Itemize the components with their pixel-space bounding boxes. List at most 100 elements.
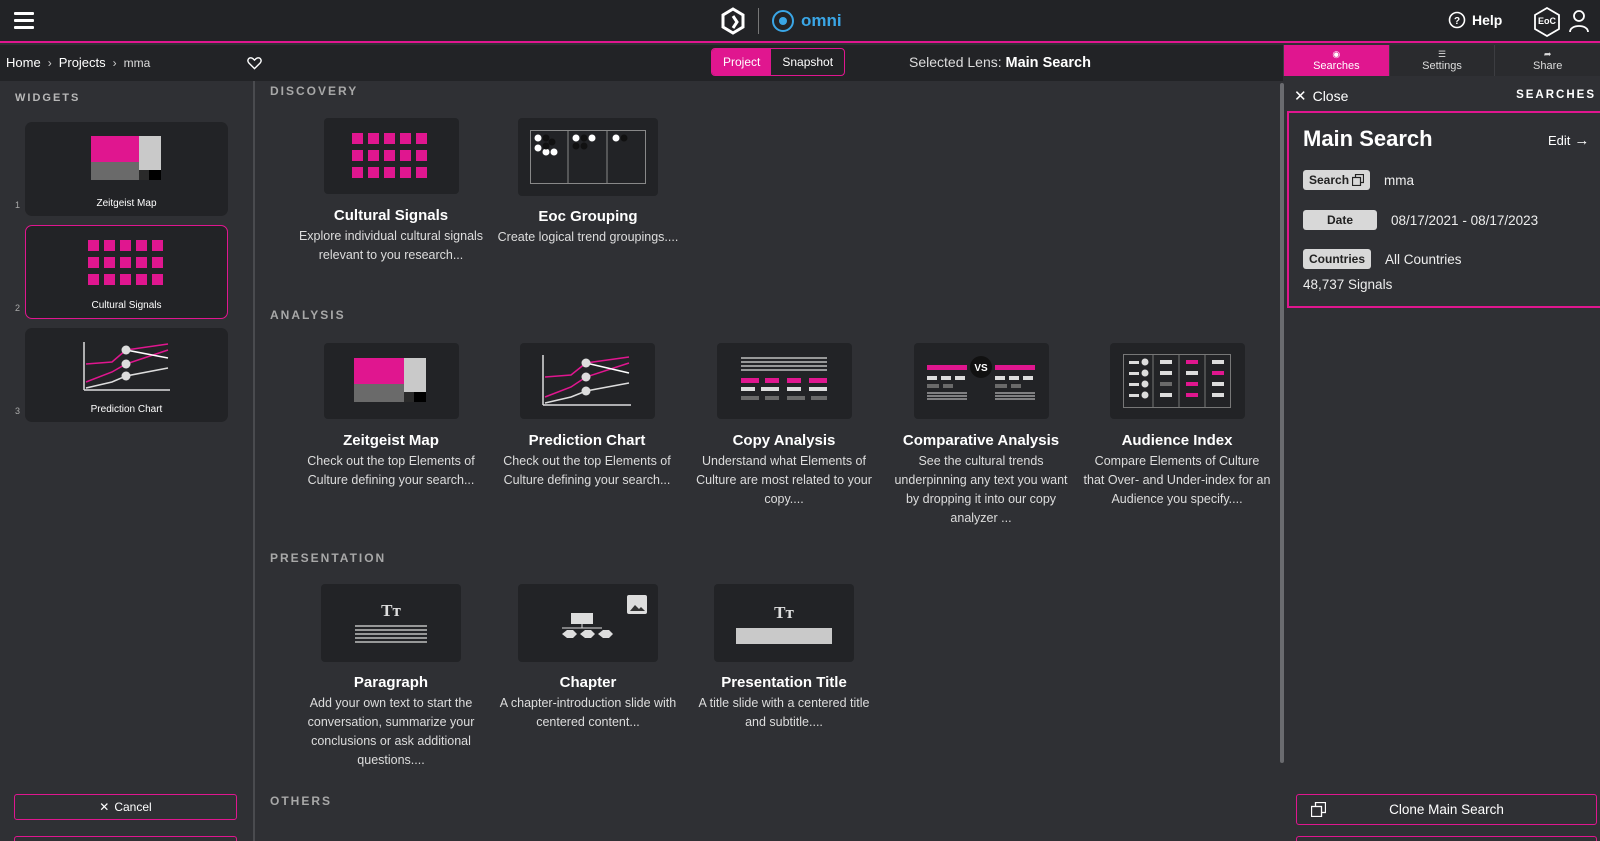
zeitgeist-map-icon [354, 358, 426, 402]
tab-searches[interactable]: ◉ Searches [1283, 45, 1389, 76]
card-image [518, 584, 658, 662]
mode-toggle: Project Snapshot [711, 48, 846, 76]
svg-text:Tт: Tт [774, 603, 794, 622]
clone-search-button[interactable]: Clone Main Search [1296, 794, 1597, 825]
zeitgeist-map-thumb-icon [90, 136, 161, 180]
clone-icon [1311, 802, 1326, 817]
brand: omni [720, 6, 842, 36]
card-title: Presentation Title [721, 674, 847, 691]
brand-divider [758, 8, 759, 34]
eoc-badge[interactable]: EoC [1532, 6, 1562, 42]
breadcrumb-projects[interactable]: Projects [59, 55, 106, 70]
question-circle-icon: ? [1448, 11, 1466, 29]
edit-button[interactable]: Edit → [1548, 132, 1589, 149]
omni-label: omni [801, 11, 842, 30]
grid-squares-icon [87, 240, 163, 285]
card-title: Audience Index [1121, 432, 1233, 449]
help-button[interactable]: ? Help [1448, 11, 1502, 29]
copy-icon[interactable] [1352, 174, 1365, 186]
omni-logo: omni [771, 9, 842, 33]
card-presentation-title[interactable]: Tт Presentation Title A title slide with… [686, 584, 882, 732]
arrow-right-icon: → [1574, 132, 1590, 149]
toggle-snapshot[interactable]: Snapshot [771, 49, 844, 75]
close-icon: ✕ [99, 800, 110, 814]
widget-label: Prediction Chart [90, 404, 163, 415]
cancel-button[interactable]: ✕ Cancel [14, 794, 237, 820]
right-tabs: ◉ Searches ☰ Settings ➦ Share [1283, 45, 1600, 76]
lens-prefix: Selected Lens: [909, 54, 1002, 70]
secondary-button[interactable] [14, 836, 237, 841]
card-description: Compare Elements of Culture that Over- a… [1083, 454, 1271, 506]
widget-prediction-chart[interactable]: Prediction Chart [25, 328, 228, 422]
selected-lens: Selected Lens: Main Search [909, 54, 1091, 71]
chapter-icon [562, 595, 647, 638]
section-analysis: ANALYSIS [270, 308, 346, 322]
card-paragraph[interactable]: Tт Paragraph Add your own text to start … [293, 584, 489, 770]
widget-zeitgeist-map[interactable]: Zeitgeist Map [25, 122, 228, 216]
widget-cultural-signals[interactable]: Cultural Signals [25, 225, 228, 319]
scrollbar-thumb[interactable] [1280, 83, 1284, 763]
tab-settings[interactable]: ☰ Settings [1388, 45, 1495, 76]
card-title: Cultural Signals [333, 207, 449, 224]
date-pill: Date [1303, 210, 1377, 230]
card-title: Paragraph [353, 674, 429, 691]
paragraph-icon: Tт [355, 601, 427, 643]
close-icon: ✕ [1294, 88, 1307, 105]
close-button[interactable]: ✕ Close [1294, 87, 1348, 105]
card-image [518, 118, 658, 196]
tab-share-label: Share [1533, 59, 1563, 72]
searches-panel: ✕ Close SEARCHES Main Search Edit → Sear… [1286, 81, 1600, 841]
card-zeitgeist-map[interactable]: Zeitgeist Map Check out the top Elements… [293, 343, 489, 490]
card-image [323, 343, 459, 419]
lens-name: Main Search [1005, 55, 1091, 71]
signals-count: 48,737 Signals [1303, 277, 1393, 292]
card-image [519, 343, 655, 419]
search-card: Main Search Edit → Search mma Date 08/17… [1287, 111, 1600, 308]
card-title: Zeitgeist Map [343, 432, 439, 449]
countries-row: Countries All Countries [1303, 249, 1462, 269]
tab-share[interactable]: ➦ Share [1494, 45, 1600, 76]
search-label: Search [1309, 173, 1350, 187]
card-image: Tт [321, 584, 461, 662]
card-title: Prediction Chart [528, 432, 646, 449]
search-name: Main Search [1303, 126, 1433, 151]
countries-pill: Countries [1303, 249, 1372, 269]
svg-text:VS: VS [974, 363, 988, 374]
text-lines-icon [741, 357, 827, 400]
clone-label: Clone Main Search [1389, 802, 1504, 817]
sliders-icon: ☰ [1437, 48, 1447, 59]
heart-icon[interactable] [247, 56, 262, 70]
card-image [323, 118, 459, 194]
line-chart-icon [542, 355, 631, 406]
card-prediction-chart[interactable]: Prediction Chart Check out the top Eleme… [489, 343, 685, 490]
card-image: VS [913, 343, 1049, 419]
chevron-right-icon: › [47, 55, 52, 70]
date-value: 08/17/2021 - 08/17/2023 [1391, 212, 1539, 228]
card-description: See the cultural trends underpinning any… [894, 454, 1068, 525]
widget-library: DISCOVERY Cultural Signals Explore indiv… [257, 81, 1276, 841]
card-eoc-grouping[interactable]: Eoc Grouping Create logical trend groupi… [490, 118, 686, 247]
card-description: Add your own text to start the conversat… [307, 696, 475, 767]
card-audience-index[interactable]: Audience Index Compare Elements of Cultu… [1079, 343, 1275, 509]
edit-label: Edit [1548, 133, 1571, 148]
widget-index: 3 [15, 406, 21, 416]
card-description: Explore individual cultural signals rele… [298, 229, 484, 262]
card-chapter[interactable]: Chapter A chapter-introduction slide wit… [490, 584, 686, 732]
card-cultural-signals[interactable]: Cultural Signals Explore individual cult… [293, 118, 489, 265]
card-comparative-analysis[interactable]: VS Comparative Analysis See the cultural… [883, 343, 1079, 528]
toggle-project[interactable]: Project [712, 49, 772, 75]
card-description: Understand what Elements of Culture are … [696, 454, 872, 506]
grouping-columns-icon [530, 130, 646, 184]
secondary-panel-button[interactable] [1296, 836, 1597, 841]
user-icon[interactable] [1568, 9, 1590, 33]
card-title: Comparative Analysis [902, 432, 1060, 449]
hamburger-menu-icon[interactable] [14, 12, 34, 29]
card-image: Tт [714, 584, 854, 662]
card-title: Copy Analysis [732, 432, 836, 449]
breadcrumb-home[interactable]: Home [6, 55, 41, 70]
chevron-right-icon: › [112, 55, 117, 70]
card-description: Create logical trend groupings.... [497, 230, 679, 244]
widget-index: 2 [15, 303, 21, 313]
card-copy-analysis[interactable]: Copy Analysis Understand what Elements o… [686, 343, 882, 509]
close-label: Close [1312, 88, 1349, 104]
